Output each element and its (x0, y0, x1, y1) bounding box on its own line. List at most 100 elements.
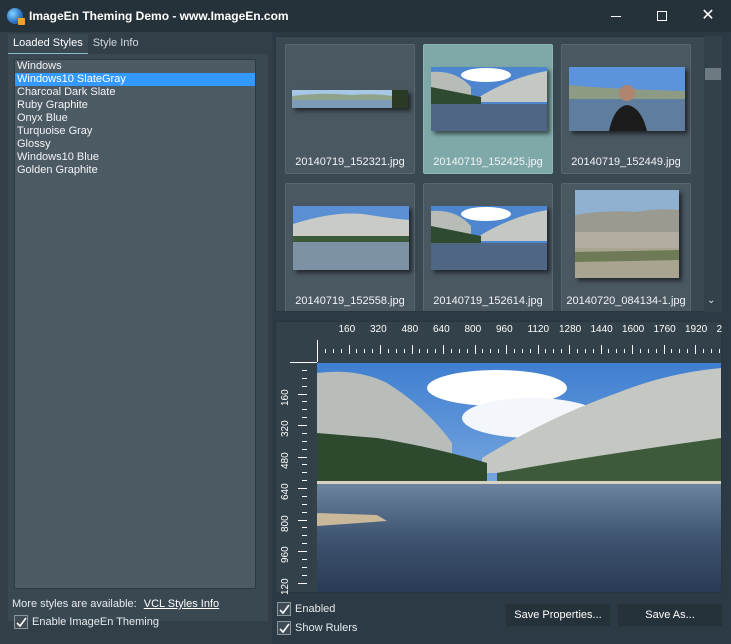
h-ruler-label: 1600 (622, 324, 645, 335)
v-ruler-tick (302, 511, 307, 513)
thumbnail-item[interactable]: 20140719_152321.jpg (285, 44, 415, 174)
style-list-item[interactable]: Windows10 SlateGray (15, 73, 255, 86)
h-ruler-tick (443, 345, 444, 354)
style-list-item[interactable]: Ruby Graphite (15, 99, 255, 112)
v-ruler-tick (298, 488, 307, 489)
h-ruler-tick (561, 349, 563, 353)
enabled-label: Enabled (295, 603, 336, 615)
style-list-item[interactable]: Windows (15, 60, 255, 73)
v-ruler-tick (302, 527, 307, 529)
h-ruler-tick (710, 349, 712, 353)
v-ruler-tick (298, 456, 307, 458)
h-ruler-tick (490, 349, 492, 353)
checkbox-box[interactable] (277, 621, 291, 635)
style-list-item[interactable]: Golden Graphite (15, 164, 255, 177)
v-ruler-tick (302, 401, 307, 403)
style-list-item[interactable]: Turquoise Gray (15, 125, 255, 138)
enable-theming-label: Enable ImageEn Theming (32, 616, 159, 628)
minimize-button[interactable] (593, 0, 639, 32)
h-ruler-tick (474, 345, 476, 354)
ruler-origin-mark (290, 362, 317, 363)
v-ruler-tick (302, 543, 307, 545)
checkbox-box[interactable] (14, 615, 28, 629)
h-ruler-label: 1440 (590, 324, 613, 335)
show-rulers-label: Show Rulers (295, 622, 358, 634)
thumbnail-image (293, 206, 409, 270)
v-ruler-label: 160 (280, 388, 291, 406)
h-ruler-tick (324, 349, 326, 353)
close-button[interactable]: ✕ (685, 0, 731, 32)
style-list-item[interactable]: Charcoal Dark Slate (15, 86, 255, 99)
style-list-item[interactable]: Glossy (15, 138, 255, 151)
h-ruler-tick (608, 349, 610, 353)
styles-listbox[interactable]: Windows Windows10 SlateGray Charcoal Dark … (14, 59, 256, 589)
h-ruler-tick (356, 349, 358, 353)
h-ruler-tick (632, 345, 633, 354)
tab-loaded-styles[interactable]: Loaded Styles (8, 34, 88, 54)
save-as-button[interactable]: Save As... (617, 603, 723, 627)
v-ruler-tick (302, 566, 307, 568)
h-ruler-tick (529, 349, 531, 353)
thumbnail-item[interactable]: 20140719_152425.jpg (423, 44, 553, 174)
h-ruler-tick (718, 349, 720, 353)
v-ruler-tick (298, 551, 307, 552)
enable-theming-checkbox[interactable]: Enable ImageEn Theming (14, 615, 159, 629)
h-ruler-label: 960 (496, 324, 513, 335)
v-ruler-tick (302, 385, 307, 387)
h-ruler-tick (584, 349, 586, 353)
preview-image[interactable] (317, 363, 721, 592)
horizontal-ruler: 160 320 480 640 800 960 1120 1280 1440 1600 1760 19… (276, 322, 722, 362)
chevron-down-icon[interactable]: ⌄ (707, 295, 715, 306)
h-ruler-tick (600, 345, 602, 354)
tab-style-info[interactable]: Style Info (88, 34, 144, 54)
v-ruler-tick (302, 574, 307, 576)
style-list-item[interactable]: Windows10 Blue (15, 151, 255, 164)
v-ruler-tick (302, 464, 307, 466)
v-ruler-tick (302, 369, 307, 371)
v-ruler-label: 800 (280, 514, 291, 532)
thumbnail-item[interactable]: 20140720_084134-1.jpg (561, 183, 691, 311)
h-ruler-tick (537, 345, 539, 354)
v-ruler-tick (302, 448, 307, 450)
h-ruler-tick (458, 349, 460, 353)
thumbnail-grid[interactable]: 20140719_152321.jpg 20140719_152425.jpg 20… (275, 36, 722, 312)
v-ruler-tick (302, 377, 307, 379)
h-ruler-tick (647, 349, 649, 353)
thumbnail-filename: 20140719_152321.jpg (295, 156, 405, 168)
h-ruler-label: 1760 (653, 324, 676, 335)
save-properties-button[interactable]: Save Properties... (505, 603, 611, 627)
thumbnail-item[interactable]: 20140719_152449.jpg (561, 44, 691, 174)
thumbnail-item[interactable]: 20140719_152614.jpg (423, 183, 553, 311)
thumbnail-filename: 20140720_084134-1.jpg (566, 295, 686, 307)
checkmark-icon (278, 604, 290, 614)
more-styles-text: More styles are available: (12, 598, 137, 610)
enabled-checkbox[interactable]: Enabled (277, 602, 335, 616)
h-ruler-tick (569, 345, 570, 354)
checkbox-box[interactable] (277, 602, 291, 616)
h-ruler-tick (435, 349, 437, 353)
image-viewer[interactable]: 160 320 480 640 800 960 1120 1280 1440 1600 1760 19… (275, 321, 722, 595)
grid-scrollbar[interactable]: ⌄ (704, 36, 722, 312)
vcl-styles-info-link[interactable]: VCL Styles Info (144, 598, 219, 610)
v-ruler-tick (298, 425, 307, 426)
thumbnail-filename: 20140719_152425.jpg (433, 156, 543, 168)
show-rulers-checkbox[interactable]: Show Rulers (277, 621, 357, 635)
h-ruler-tick (419, 349, 421, 353)
thumbnail-filename: 20140719_152449.jpg (571, 156, 681, 168)
h-ruler-tick (450, 349, 452, 353)
left-panel: Loaded Styles Style Info Windows Windows1… (0, 32, 272, 644)
h-ruler-tick (482, 349, 484, 353)
h-ruler-tick (427, 349, 429, 353)
v-ruler-tick (302, 417, 307, 419)
scrollbar-thumb[interactable] (705, 68, 721, 80)
maximize-button[interactable] (639, 0, 685, 32)
h-ruler-tick (521, 349, 523, 353)
h-ruler-tick (348, 345, 350, 354)
style-list-item[interactable]: Onyx Blue (15, 112, 255, 125)
h-ruler-tick (403, 349, 405, 353)
h-ruler-tick (687, 349, 689, 353)
h-ruler-tick (671, 349, 673, 353)
thumbnail-item[interactable]: 20140719_152558.jpg (285, 183, 415, 311)
h-ruler-label: 320 (370, 324, 387, 335)
h-ruler-tick (466, 349, 468, 353)
